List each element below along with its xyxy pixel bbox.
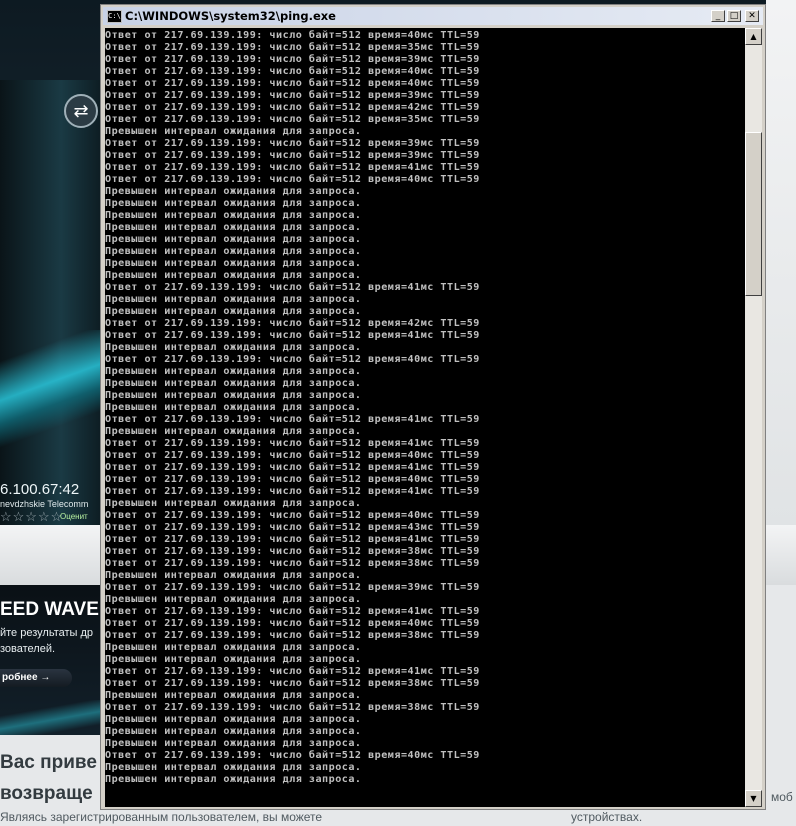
console-line: Ответ от 217.69.139.199: число байт=512 … xyxy=(105,534,480,545)
console-line: Ответ от 217.69.139.199: число байт=512 … xyxy=(105,462,480,473)
console-line: Превышен интервал ожидания для запроса. xyxy=(105,210,362,221)
console-line: Превышен интервал ожидания для запроса. xyxy=(105,294,362,305)
console-line: Ответ от 217.69.139.199: число байт=512 … xyxy=(105,114,480,125)
promo-text-line: йте результаты др xyxy=(0,627,94,639)
promo-more-button[interactable]: робнее → xyxy=(0,669,72,687)
minimize-button[interactable]: _ xyxy=(711,10,725,22)
console-line: Превышен интервал ожидания для запроса. xyxy=(105,642,362,653)
console-line: Превышен интервал ожидания для запроса. xyxy=(105,258,362,269)
console-line: Ответ от 217.69.139.199: число байт=512 … xyxy=(105,666,480,677)
console-line: Превышен интервал ожидания для запроса. xyxy=(105,762,362,773)
console-line: Ответ от 217.69.139.199: число байт=512 … xyxy=(105,162,480,173)
console-line: Превышен интервал ожидания для запроса. xyxy=(105,714,362,725)
console-line: Ответ от 217.69.139.199: число байт=512 … xyxy=(105,678,480,689)
welcome-heading: возвраще xyxy=(0,783,93,804)
console-line: Ответ от 217.69.139.199: число байт=512 … xyxy=(105,618,480,629)
console-line: Превышен интервал ожидания для запроса. xyxy=(105,270,362,281)
console-line: Ответ от 217.69.139.199: число байт=512 … xyxy=(105,606,480,617)
console-line: Ответ от 217.69.139.199: число байт=512 … xyxy=(105,150,480,161)
console-line: Превышен интервал ожидания для запроса. xyxy=(105,306,362,317)
welcome-heading: Вас приве xyxy=(0,752,97,773)
promo-title: EED WAVE xyxy=(0,599,99,620)
console-line: Ответ от 217.69.139.199: число байт=512 … xyxy=(105,90,480,101)
console-line: Ответ от 217.69.139.199: число байт=512 … xyxy=(105,510,480,521)
console-line: Превышен интервал ожидания для запроса. xyxy=(105,570,362,581)
promo-text-line: зователей. xyxy=(0,643,56,655)
isp-name: nevdzhskie Telecomm xyxy=(0,499,89,509)
scrollbar-thumb[interactable] xyxy=(745,132,762,297)
console-line: Превышен интервал ожидания для запроса. xyxy=(105,402,362,413)
console-line: Превышен интервал ожидания для запроса. xyxy=(105,342,362,353)
console-line: Ответ от 217.69.139.199: число байт=512 … xyxy=(105,750,480,761)
console-line: Превышен интервал ожидания для запроса. xyxy=(105,498,362,509)
window-title: C:\WINDOWS\system32\ping.exe xyxy=(125,9,336,23)
vertical-scrollbar[interactable]: ▲ ▼ xyxy=(745,28,762,807)
console-line: Ответ от 217.69.139.199: число байт=512 … xyxy=(105,702,480,713)
console-line: Ответ от 217.69.139.199: число байт=512 … xyxy=(105,66,480,77)
console-line: Ответ от 217.69.139.199: число байт=512 … xyxy=(105,630,480,641)
ip-address: 6.100.67:42 xyxy=(0,481,80,498)
console-line: Превышен интервал ожидания для запроса. xyxy=(105,594,362,605)
console-line: Ответ от 217.69.139.199: число байт=512 … xyxy=(105,486,480,497)
console-line: Превышен интервал ожидания для запроса. xyxy=(105,738,362,749)
console-line: Превышен интервал ожидания для запроса. xyxy=(105,690,362,701)
console-line: Превышен интервал ожидания для запроса. xyxy=(105,366,362,377)
speed-gauge-panel xyxy=(0,80,102,540)
speedtest-logo-icon[interactable]: ⇄ xyxy=(64,94,98,128)
rating-stars[interactable]: ☆☆☆☆☆ xyxy=(0,509,63,525)
console-line: Превышен интервал ожидания для запроса. xyxy=(105,726,362,737)
registered-user-text: Являясь зарегистрированным пользователем… xyxy=(0,810,323,824)
console-line: Превышен интервал ожидания для запроса. xyxy=(105,222,362,233)
console-line: Ответ от 217.69.139.199: число байт=512 … xyxy=(105,78,480,89)
console-line: Превышен интервал ожидания для запроса. xyxy=(105,246,362,257)
console-line: Превышен интервал ожидания для запроса. xyxy=(105,234,362,245)
console-line: Ответ от 217.69.139.199: число байт=512 … xyxy=(105,282,480,293)
console-output[interactable]: Ответ от 217.69.139.199: число байт=512 … xyxy=(105,28,745,807)
close-button[interactable]: ✕ xyxy=(745,10,759,22)
console-lines: Ответ от 217.69.139.199: число байт=512 … xyxy=(105,30,480,786)
console-line: Ответ от 217.69.139.199: число байт=512 … xyxy=(105,30,480,41)
console-line: Ответ от 217.69.139.199: число байт=512 … xyxy=(105,138,480,149)
console-line: Ответ от 217.69.139.199: число байт=512 … xyxy=(105,318,480,329)
maximize-button[interactable]: □ xyxy=(727,10,741,22)
console-line: Ответ от 217.69.139.199: число байт=512 … xyxy=(105,450,480,461)
console-line: Ответ от 217.69.139.199: число байт=512 … xyxy=(105,42,480,53)
console-line: Превышен интервал ожидания для запроса. xyxy=(105,774,362,785)
page-right-panel xyxy=(766,0,796,560)
console-line: Ответ от 217.69.139.199: число байт=512 … xyxy=(105,102,480,113)
console-line: Превышен интервал ожидания для запроса. xyxy=(105,186,362,197)
console-line: Ответ от 217.69.139.199: число байт=512 … xyxy=(105,474,480,485)
console-line: Ответ от 217.69.139.199: число байт=512 … xyxy=(105,54,480,65)
console-line: Ответ от 217.69.139.199: число байт=512 … xyxy=(105,330,480,341)
console-line: Превышен интервал ожидания для запроса. xyxy=(105,126,362,137)
console-line: Превышен интервал ожидания для запроса. xyxy=(105,378,362,389)
console-line: Ответ от 217.69.139.199: число байт=512 … xyxy=(105,522,480,533)
console-line: Превышен интервал ожидания для запроса. xyxy=(105,198,362,209)
window-titlebar[interactable]: C:\ C:\WINDOWS\system32\ping.exe _ □ ✕ xyxy=(103,7,763,25)
devices-text: устройствах. xyxy=(571,810,643,824)
gauge-swoosh-decoration xyxy=(0,330,102,450)
scroll-down-button[interactable]: ▼ xyxy=(745,790,762,807)
console-line: Ответ от 217.69.139.199: число байт=512 … xyxy=(105,174,480,185)
promo-glow-decoration xyxy=(0,700,102,735)
console-line: Ответ от 217.69.139.199: число байт=512 … xyxy=(105,582,480,593)
console-line: Ответ от 217.69.139.199: число байт=512 … xyxy=(105,546,480,557)
console-line: Превышен интервал ожидания для запроса. xyxy=(105,654,362,665)
console-line: Ответ от 217.69.139.199: число байт=512 … xyxy=(105,438,480,449)
mobile-text: моб xyxy=(771,790,793,804)
console-line: Ответ от 217.69.139.199: число байт=512 … xyxy=(105,558,480,569)
console-line: Ответ от 217.69.139.199: число байт=512 … xyxy=(105,354,480,365)
console-line: Ответ от 217.69.139.199: число байт=512 … xyxy=(105,414,480,425)
console-line: Превышен интервал ожидания для запроса. xyxy=(105,426,362,437)
rate-label[interactable]: Оценит xyxy=(60,512,88,521)
cmd-icon[interactable]: C:\ xyxy=(107,10,122,23)
scroll-up-button[interactable]: ▲ xyxy=(745,28,762,45)
ping-console-window[interactable]: C:\ C:\WINDOWS\system32\ping.exe _ □ ✕ О… xyxy=(100,4,766,810)
console-line: Превышен интервал ожидания для запроса. xyxy=(105,390,362,401)
